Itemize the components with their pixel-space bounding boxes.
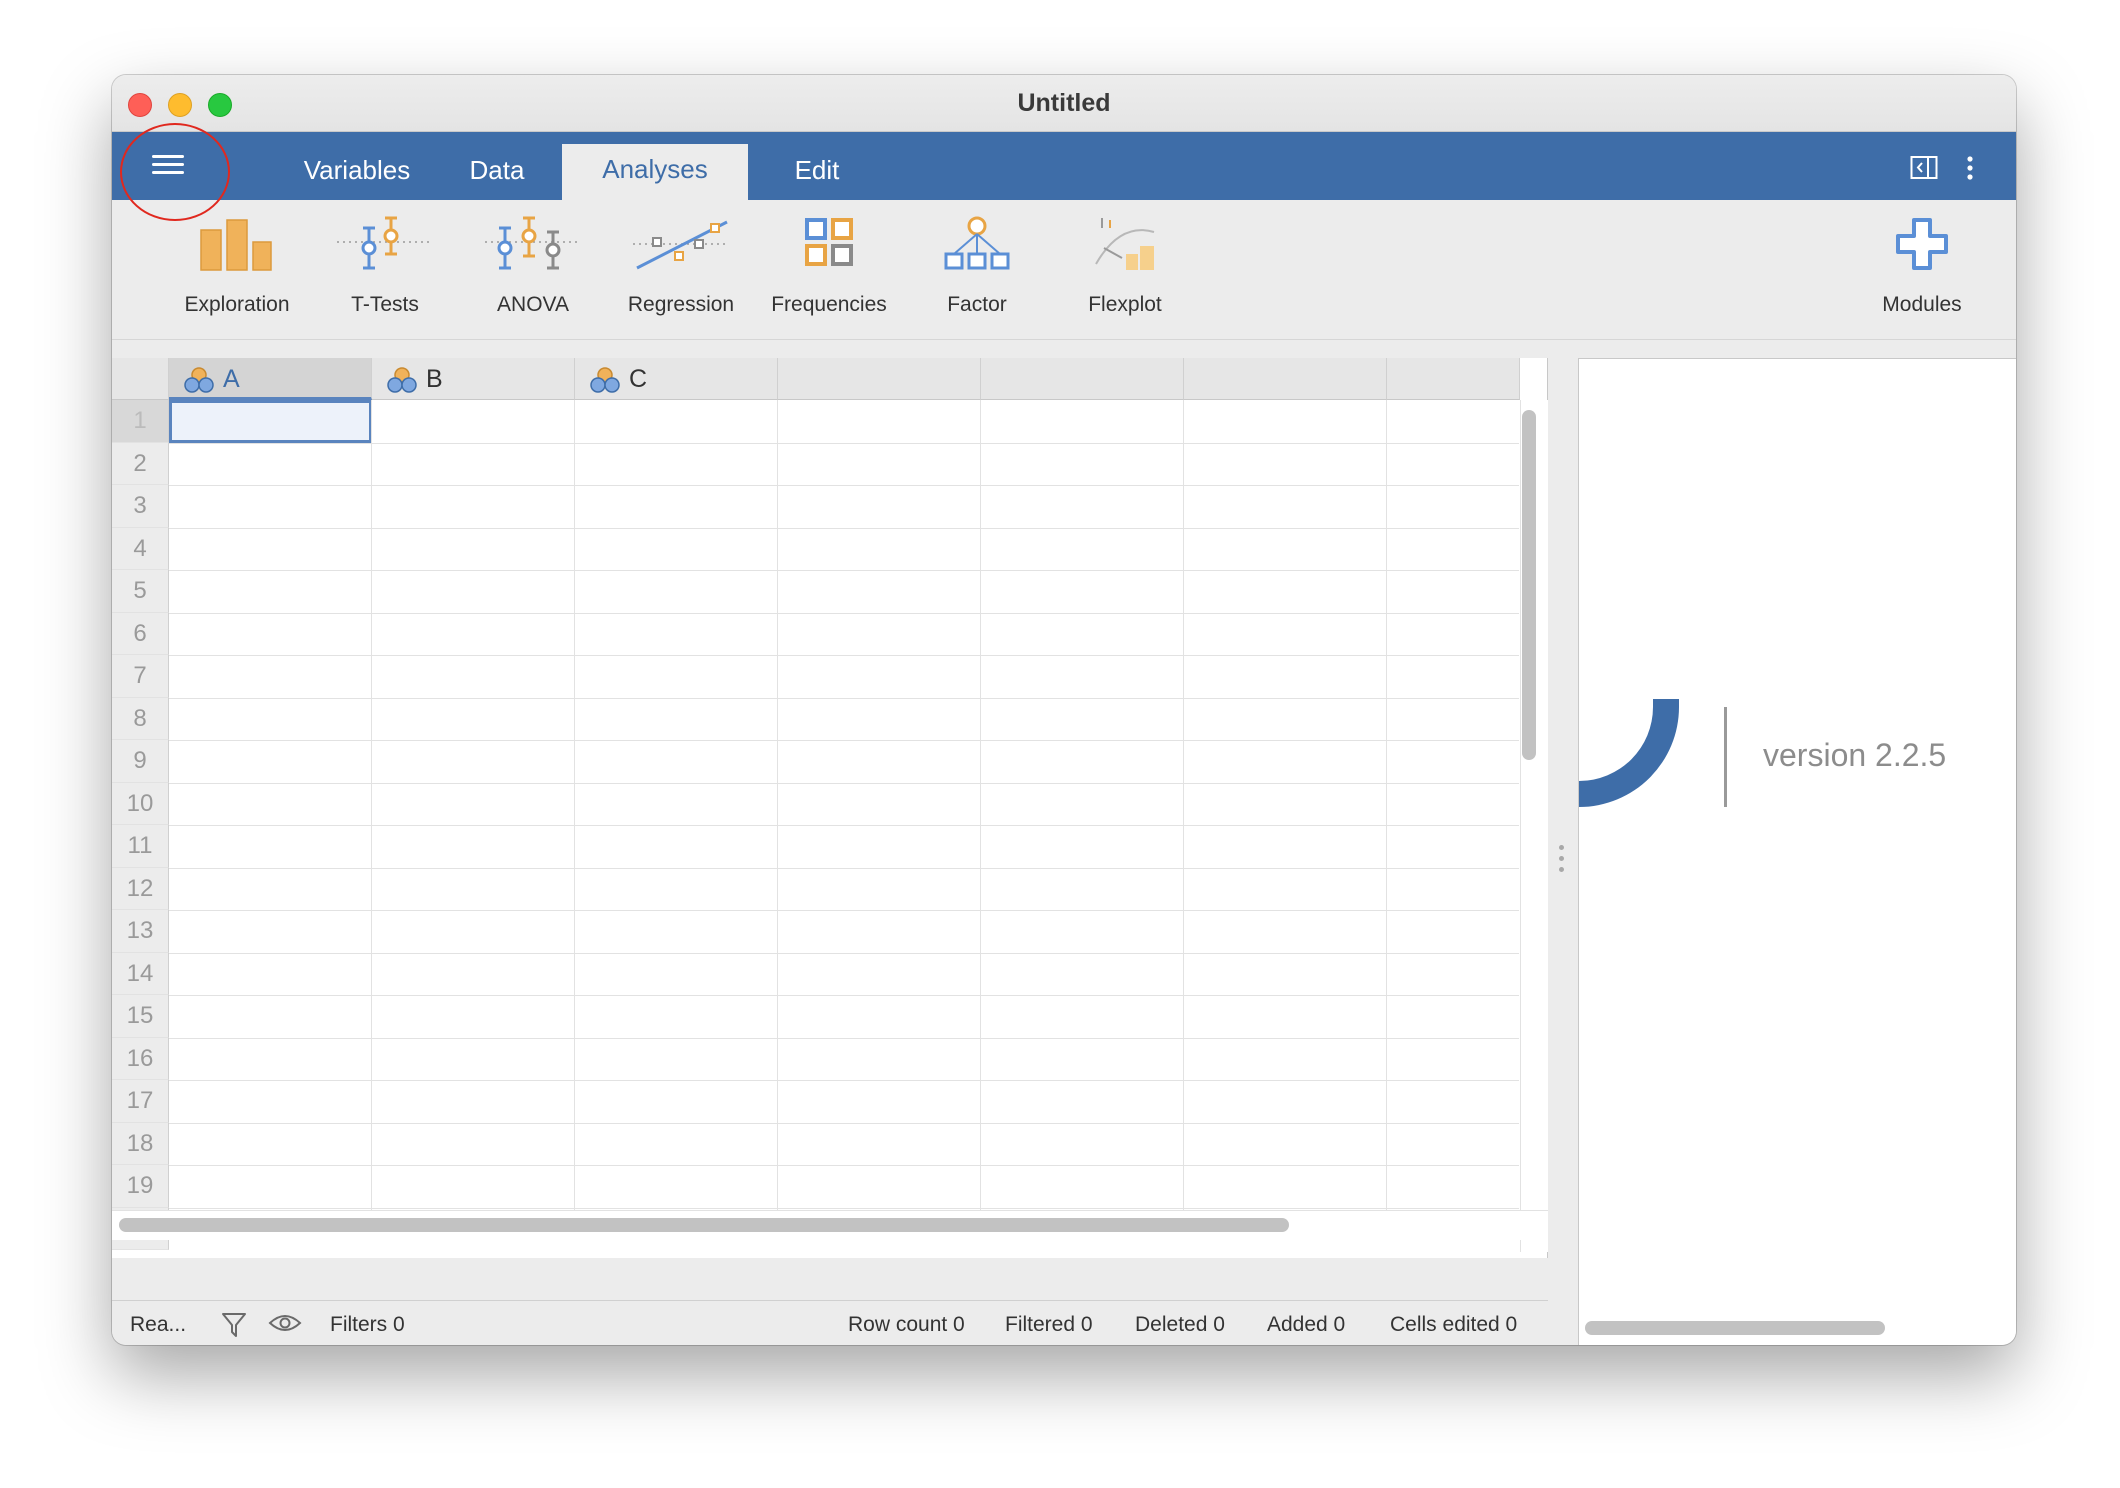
toggle-results-panel-icon[interactable]: [1910, 155, 1938, 181]
status-filters: Filters 0: [330, 1313, 405, 1336]
eye-icon[interactable]: [268, 1311, 302, 1335]
spreadsheet-corner: [112, 358, 169, 400]
column-header-empty[interactable]: [1387, 358, 1520, 400]
row-number[interactable]: 13: [112, 910, 169, 953]
row-number[interactable]: 8: [112, 697, 169, 740]
row-number[interactable]: 2: [112, 442, 169, 485]
row-number[interactable]: 1: [112, 400, 169, 443]
t-tests-icon: [337, 216, 433, 270]
nominal-variable-icon: [387, 367, 417, 393]
flexplot-icon: [1095, 218, 1155, 270]
regression-label: Regression: [627, 293, 735, 316]
jamovi-logo: [1579, 699, 1679, 807]
frequencies-button[interactable]: Frequencies: [754, 214, 904, 324]
row-number[interactable]: 17: [112, 1080, 169, 1123]
status-bar: Rea... Filters 0 Row count 0 Filtered 0 …: [112, 1300, 1548, 1345]
app-window: Untitled Variables Data Analyses Edit Ex…: [112, 75, 2016, 1345]
window-title: Untitled: [1017, 89, 1111, 117]
row-number[interactable]: 12: [112, 867, 169, 910]
flexplot-button[interactable]: Flexplot: [1050, 214, 1200, 324]
t-tests-label: T-Tests: [351, 293, 419, 316]
column-gridline: [574, 400, 575, 1210]
column-gridline: [371, 400, 372, 1210]
row-number[interactable]: 16: [112, 1037, 169, 1080]
data-spreadsheet: ABC 1234567891011121314151617181920: [112, 358, 1548, 1258]
version-text: version 2.2.5: [1763, 737, 1947, 773]
vertical-scrollbar-thumb[interactable]: [1522, 410, 1536, 760]
row-number[interactable]: 18: [112, 1122, 169, 1165]
factor-icon: [944, 216, 1010, 270]
row-number[interactable]: 5: [112, 570, 169, 613]
column-header-empty[interactable]: [1184, 358, 1387, 400]
status-filtered: Filtered 0: [1005, 1313, 1093, 1336]
status-deleted: Deleted 0: [1135, 1313, 1225, 1336]
regression-button[interactable]: Regression: [606, 214, 756, 324]
nominal-variable-icon: [184, 367, 214, 393]
column-header-label: A: [223, 365, 240, 393]
factor-label: Factor: [947, 293, 1007, 316]
status-cells-edited: Cells edited 0: [1390, 1313, 1518, 1336]
column-header-a[interactable]: A: [169, 358, 372, 400]
title-bar: Untitled: [112, 75, 2016, 132]
factor-button[interactable]: Factor: [902, 214, 1052, 324]
analyses-ribbon: Exploration T-Tests ANOVA Regression Fre…: [112, 200, 2016, 340]
main-tab-bar: Variables Data Analyses Edit: [112, 132, 2016, 200]
nominal-variable-icon: [590, 367, 620, 393]
anova-icon: [485, 216, 581, 270]
column-header-label: C: [629, 365, 648, 393]
modules-label: Modules: [1882, 293, 1962, 316]
column-header-b[interactable]: B: [372, 358, 575, 400]
column-header-label: B: [426, 365, 443, 393]
filter-icon[interactable]: [220, 1311, 248, 1339]
column-gridline: [980, 400, 981, 1210]
exploration-icon: [200, 219, 272, 271]
column-header-empty[interactable]: [981, 358, 1184, 400]
tab-analyses[interactable]: Analyses: [562, 144, 748, 200]
row-number[interactable]: 15: [112, 995, 169, 1038]
row-number[interactable]: 3: [112, 485, 169, 528]
cell-grid[interactable]: [169, 400, 1519, 1210]
tab-variables[interactable]: Variables: [278, 145, 436, 200]
row-number[interactable]: 10: [112, 782, 169, 825]
row-number[interactable]: 9: [112, 740, 169, 783]
exploration-label: Exploration: [184, 293, 290, 316]
tab-data[interactable]: Data: [442, 145, 552, 200]
column-header-empty[interactable]: [778, 358, 981, 400]
status-added: Added 0: [1267, 1313, 1346, 1336]
modules-button[interactable]: Modules: [1847, 214, 1997, 324]
status-row-count: Row count 0: [848, 1313, 965, 1336]
results-horizontal-scrollbar-thumb[interactable]: [1585, 1321, 1885, 1335]
column-gridline: [1183, 400, 1184, 1210]
status-ready: Rea...: [130, 1313, 187, 1336]
row-number[interactable]: 14: [112, 952, 169, 995]
tab-edit[interactable]: Edit: [762, 145, 872, 200]
column-gridline: [777, 400, 778, 1210]
panel-splitter-handle[interactable]: [1559, 845, 1565, 879]
logo-divider: [1724, 707, 1727, 807]
frequencies-icon: [805, 218, 853, 266]
results-panel: version 2.2.5: [1578, 358, 2016, 1345]
column-header-c[interactable]: C: [575, 358, 778, 400]
row-number[interactable]: 7: [112, 655, 169, 698]
anova-label: ANOVA: [497, 293, 569, 316]
row-number[interactable]: 4: [112, 527, 169, 570]
anova-button[interactable]: ANOVA: [458, 214, 608, 324]
plus-icon: [1896, 218, 1948, 270]
t-tests-button[interactable]: T-Tests: [310, 214, 460, 324]
row-number[interactable]: 6: [112, 612, 169, 655]
row-number[interactable]: 19: [112, 1165, 169, 1208]
column-gridline: [1386, 400, 1387, 1210]
flexplot-label: Flexplot: [1088, 293, 1162, 316]
horizontal-scrollbar-thumb[interactable]: [119, 1218, 1289, 1232]
selected-cell[interactable]: [169, 400, 372, 443]
regression-icon: [633, 220, 729, 270]
frequencies-label: Frequencies: [771, 293, 887, 316]
row-number[interactable]: 11: [112, 825, 169, 868]
annotation-circle: [120, 123, 230, 221]
more-options-icon[interactable]: [1964, 155, 1976, 181]
exploration-button[interactable]: Exploration: [162, 214, 312, 324]
